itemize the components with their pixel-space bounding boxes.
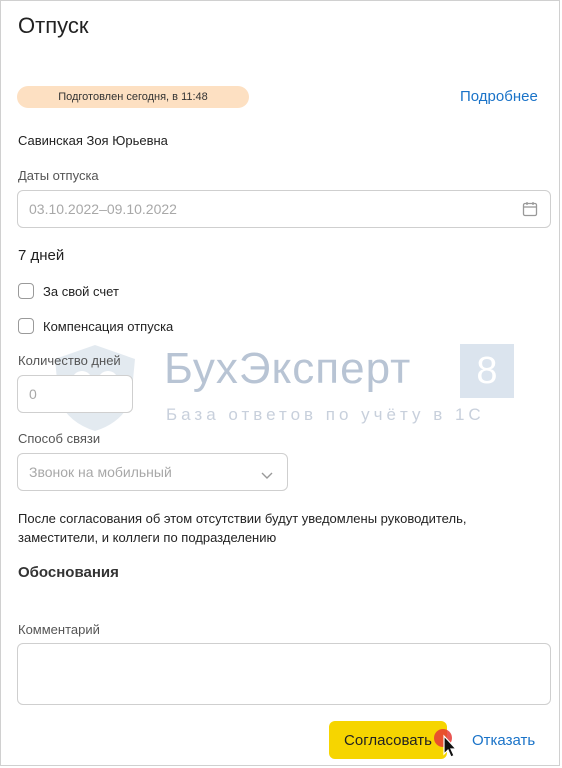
days-count-label: Количество дней	[18, 353, 121, 368]
status-badge: Подготовлен сегодня, в 11:48	[17, 86, 249, 108]
dates-value: 03.10.2022–09.10.2022	[29, 201, 177, 217]
watermark-tagline: База ответов по учёту в 1С	[166, 405, 485, 424]
own-expense-label: За свой счет	[43, 283, 119, 299]
vacation-duration: 7 дней	[18, 247, 65, 264]
compensation-label: Компенсация отпуска	[43, 318, 174, 334]
days-count-input[interactable]: 0	[17, 375, 133, 413]
compensation-option[interactable]: Компенсация отпуска	[18, 318, 173, 334]
contact-method-select[interactable]: Звонок на мобильный	[17, 453, 288, 491]
vacation-card: БухЭксперт 8 База ответов по учёту в 1С …	[0, 0, 560, 766]
comment-label: Комментарий	[18, 622, 100, 637]
dates-field[interactable]: 03.10.2022–09.10.2022	[17, 190, 551, 228]
calendar-icon[interactable]	[522, 201, 538, 222]
watermark-brand: БухЭксперт	[164, 344, 412, 393]
comment-textarea[interactable]	[17, 643, 551, 705]
notification-text: После согласования об этом отсутствии бу…	[18, 511, 467, 545]
approve-button[interactable]: Согласовать	[329, 721, 447, 759]
details-link[interactable]: Подробнее	[460, 88, 538, 105]
reject-link[interactable]: Отказать	[472, 732, 535, 749]
watermark-number: 8	[460, 344, 514, 398]
page-title: Отпуск	[18, 13, 89, 38]
own-expense-checkbox[interactable]	[18, 283, 34, 299]
contact-method-label: Способ связи	[18, 431, 101, 446]
chevron-down-icon	[261, 467, 273, 485]
days-count-value: 0	[29, 386, 37, 402]
employee-name: Савинская Зоя Юрьевна	[18, 133, 168, 148]
own-expense-option[interactable]: За свой счет	[18, 283, 119, 299]
contact-method-value: Звонок на мобильный	[29, 464, 172, 480]
justification-heading: Обоснования	[18, 564, 119, 581]
mouse-cursor-icon	[433, 728, 458, 763]
compensation-checkbox[interactable]	[18, 318, 34, 334]
dates-label: Даты отпуска	[18, 168, 99, 183]
